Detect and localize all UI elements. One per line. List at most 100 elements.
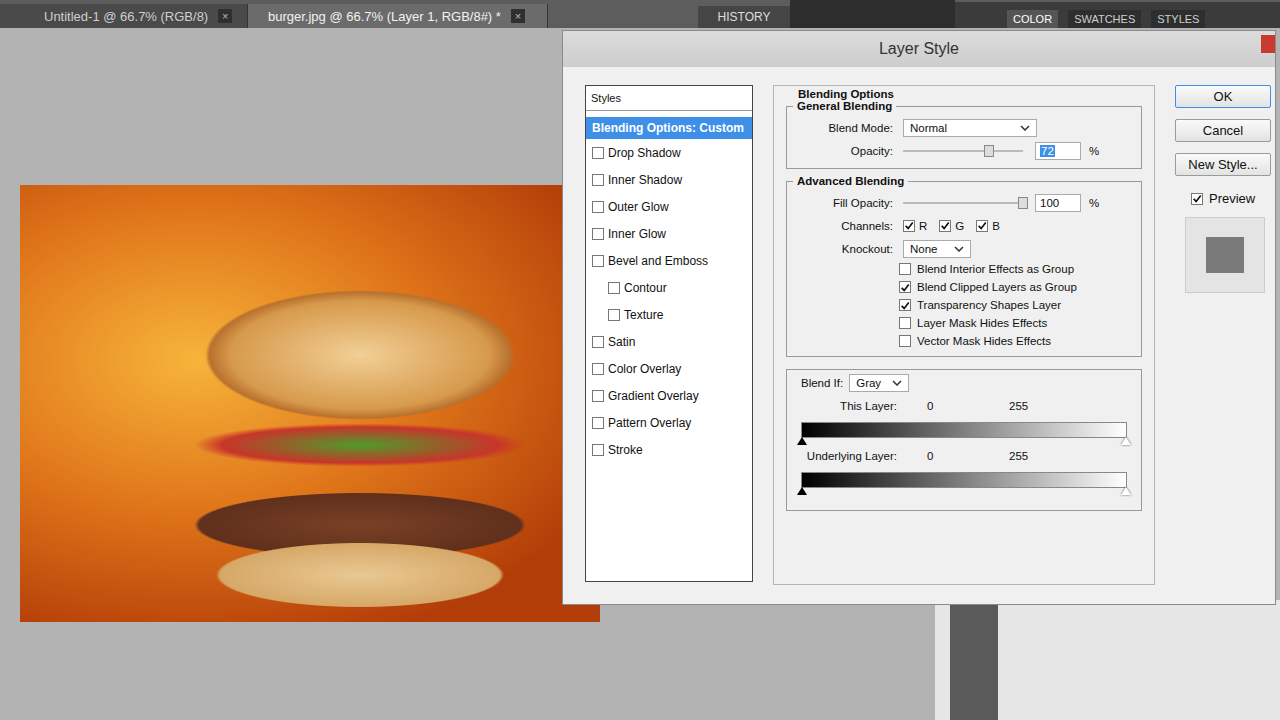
burger-photo <box>20 185 600 622</box>
style-item[interactable]: Inner Glow <box>586 220 752 247</box>
slider-thumb[interactable] <box>984 145 994 157</box>
document-tab-bar: Untitled-1 @ 66.7% (RGB/8) ×burger.jpg @… <box>0 0 1280 28</box>
style-item[interactable]: Texture <box>586 301 752 328</box>
tab-label: burger.jpg @ 66.7% (Layer 1, RGB/8#) * <box>268 9 501 24</box>
style-item[interactable]: Inner Shadow <box>586 166 752 193</box>
style-label: Inner Shadow <box>608 173 682 187</box>
photoshop-workspace: Untitled-1 @ 66.7% (RGB/8) ×burger.jpg @… <box>0 0 1280 720</box>
dialog-button[interactable]: OK <box>1175 85 1271 108</box>
style-checkbox[interactable] <box>592 336 604 348</box>
preview-checkbox[interactable] <box>1191 193 1203 205</box>
style-item[interactable]: Drop Shadow <box>586 139 752 166</box>
style-label: Satin <box>608 335 635 349</box>
style-label: Color Overlay <box>608 362 681 376</box>
channel-checkbox[interactable] <box>903 220 915 232</box>
slider-label: This Layer: <box>840 400 897 412</box>
high-handle[interactable] <box>1121 487 1131 495</box>
style-checkbox[interactable] <box>592 444 604 456</box>
blend-option[interactable]: Blend Clipped Layers as Group <box>899 278 1135 296</box>
channel-checkbox[interactable] <box>976 220 988 232</box>
style-item[interactable]: Outer Glow <box>586 193 752 220</box>
panel-tab[interactable]: SWATCHES <box>1068 10 1141 28</box>
style-checkbox[interactable] <box>592 147 604 159</box>
knockout-select[interactable]: None <box>903 240 971 258</box>
style-checkbox[interactable] <box>592 255 604 267</box>
dialog-title-bar[interactable]: Layer Style <box>563 31 1275 67</box>
low-handle[interactable] <box>797 487 807 495</box>
dialog-button[interactable]: New Style... <box>1175 153 1271 176</box>
slider[interactable] <box>903 145 1023 157</box>
option-checkbox[interactable] <box>899 263 911 275</box>
option-checkbox[interactable] <box>899 317 911 329</box>
style-checkbox[interactable] <box>592 390 604 402</box>
chevron-down-icon <box>954 246 964 252</box>
styles-header: Styles <box>586 86 752 111</box>
style-checkbox[interactable] <box>608 309 620 321</box>
style-checkbox[interactable] <box>592 417 604 429</box>
tab-close-button[interactable]: × <box>511 9 525 23</box>
style-checkbox[interactable] <box>592 228 604 240</box>
style-item[interactable]: Blending Options: Custom <box>586 117 752 139</box>
blend-mode-select[interactable]: Normal <box>903 119 1037 137</box>
style-item[interactable]: Bevel and Emboss <box>586 247 752 274</box>
panel-tab[interactable]: COLOR <box>1007 10 1058 28</box>
style-checkbox[interactable] <box>608 282 620 294</box>
field-label: Blend If: <box>801 377 843 389</box>
blend-option[interactable]: Transparency Shapes Layer <box>899 296 1135 314</box>
channel-option[interactable]: B <box>976 220 1000 232</box>
style-item[interactable]: Stroke <box>586 436 752 463</box>
style-item[interactable]: Color Overlay <box>586 355 752 382</box>
style-item[interactable]: Gradient Overlay <box>586 382 752 409</box>
preview-option[interactable]: Preview <box>1175 191 1271 206</box>
style-checkbox[interactable] <box>592 201 604 213</box>
blend-if-slider: Underlying Layer: 0 255 <box>801 450 1127 488</box>
style-item[interactable]: Satin <box>586 328 752 355</box>
slider-track <box>903 202 1023 204</box>
check-icon <box>977 220 987 231</box>
check-icon <box>900 300 910 311</box>
high-handle[interactable] <box>1121 437 1131 445</box>
field-label: Fill Opacity: <box>787 197 899 209</box>
history-panel-tab[interactable]: HISTORY <box>698 6 790 28</box>
style-item[interactable]: Contour <box>586 274 752 301</box>
low-handle[interactable] <box>797 437 807 445</box>
style-label: Contour <box>624 281 667 295</box>
unit: % <box>1089 145 1099 157</box>
style-label: Pattern Overlay <box>608 416 691 430</box>
slider-label: Underlying Layer: <box>807 450 897 462</box>
gradient-bar <box>801 472 1127 488</box>
style-item[interactable]: Pattern Overlay <box>586 409 752 436</box>
tab-close-button[interactable]: × <box>218 9 232 23</box>
channel-option[interactable]: R <box>903 220 927 232</box>
document-tab[interactable]: burger.jpg @ 66.7% (Layer 1, RGB/8#) * × <box>248 4 548 28</box>
low-value: 0 <box>927 400 933 412</box>
option-checkbox[interactable] <box>899 281 911 293</box>
style-label: Drop Shadow <box>608 146 681 160</box>
style-checkbox[interactable] <box>592 174 604 186</box>
style-label: Texture <box>624 308 663 322</box>
panel-tab[interactable]: STYLES <box>1151 10 1205 28</box>
style-checkbox[interactable] <box>592 363 604 375</box>
field-label: Channels: <box>787 220 899 232</box>
channel-checkbox[interactable] <box>939 220 951 232</box>
option-checkbox[interactable] <box>899 335 911 347</box>
option-checkbox[interactable] <box>899 299 911 311</box>
blend-option[interactable]: Layer Mask Hides Effects <box>899 314 1135 332</box>
value-field[interactable]: 72 <box>1035 142 1081 160</box>
value-field[interactable]: 100 <box>1035 194 1081 212</box>
channel-option[interactable]: G <box>939 220 964 232</box>
chevron-down-icon <box>892 380 902 386</box>
blend-option[interactable]: Blend Interior Effects as Group <box>899 260 1135 278</box>
slider-thumb[interactable] <box>1018 197 1028 209</box>
field-label: Knockout: <box>787 243 899 255</box>
blend-if-select[interactable]: Gray <box>849 374 909 392</box>
slider-track <box>903 150 1023 152</box>
document-tab[interactable]: Untitled-1 @ 66.7% (RGB/8) × <box>0 4 248 28</box>
blend-if-group: Blend If: Gray This Layer: 0 255 Underly… <box>786 369 1142 511</box>
dock-panel <box>935 600 1280 720</box>
blend-option[interactable]: Vector Mask Hides Effects <box>899 332 1135 350</box>
slider[interactable] <box>903 197 1023 209</box>
close-icon[interactable] <box>1261 35 1275 53</box>
dialog-button[interactable]: Cancel <box>1175 119 1271 142</box>
group-title: Advanced Blending <box>793 175 908 187</box>
